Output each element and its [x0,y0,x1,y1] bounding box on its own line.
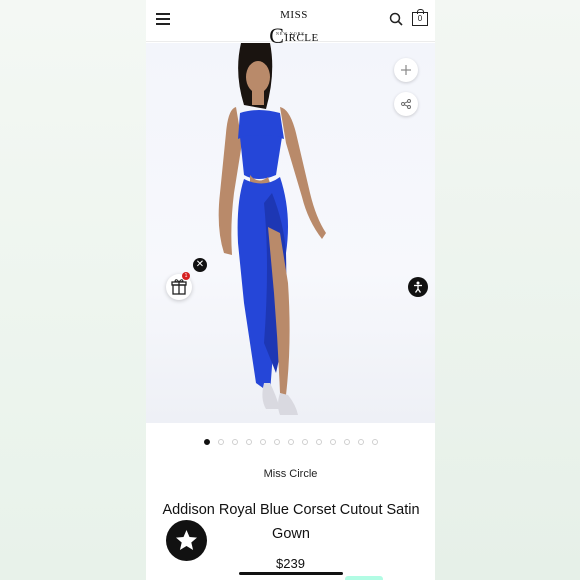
accessibility-button[interactable] [408,277,428,297]
carousel-dot[interactable] [217,439,224,445]
carousel-dot[interactable] [315,439,322,445]
carousel-dot[interactable] [371,439,378,445]
site-header: MISS CIRCLE NEW YORK 0 [146,0,435,48]
carousel-dot[interactable] [203,439,210,445]
model-photo [218,43,326,415]
carousel-dot[interactable] [329,439,336,445]
logo-subtitle: NEW YORK [276,31,306,36]
menu-icon[interactable] [156,13,170,25]
carousel-dots [146,439,435,447]
close-icon[interactable]: ✕ [193,258,207,272]
accessibility-icon [414,281,422,293]
carousel-dot[interactable] [273,439,280,445]
star-icon [176,530,197,550]
mobile-viewport: MISS CIRCLE NEW YORK 0 1 ✕ Miss Circle A… [146,0,435,580]
product-brand[interactable]: Miss Circle [146,468,435,480]
reviews-button[interactable] [166,520,207,561]
home-indicator [239,572,343,575]
carousel-dot[interactable] [259,439,266,445]
share-button[interactable] [394,92,418,116]
carousel-dot[interactable] [287,439,294,445]
carousel-dot[interactable] [245,439,252,445]
backdrop-right [435,0,580,580]
share-icon [401,99,411,109]
product-image[interactable] [146,43,435,423]
carousel-dot[interactable] [231,439,238,445]
search-icon[interactable] [389,12,403,26]
plus-icon [401,65,411,75]
gift-badge: 1 [182,272,190,280]
bag-icon[interactable]: 0 [412,9,428,26]
afterpay-badge [345,576,383,580]
zoom-button[interactable] [394,58,418,82]
brand-logo[interactable]: MISS CIRCLE NEW YORK [254,5,334,48]
cart-count: 0 [417,14,423,23]
backdrop-left [0,0,146,580]
carousel-dot[interactable] [357,439,364,445]
carousel-dot[interactable] [301,439,308,445]
carousel-dot[interactable] [343,439,350,445]
